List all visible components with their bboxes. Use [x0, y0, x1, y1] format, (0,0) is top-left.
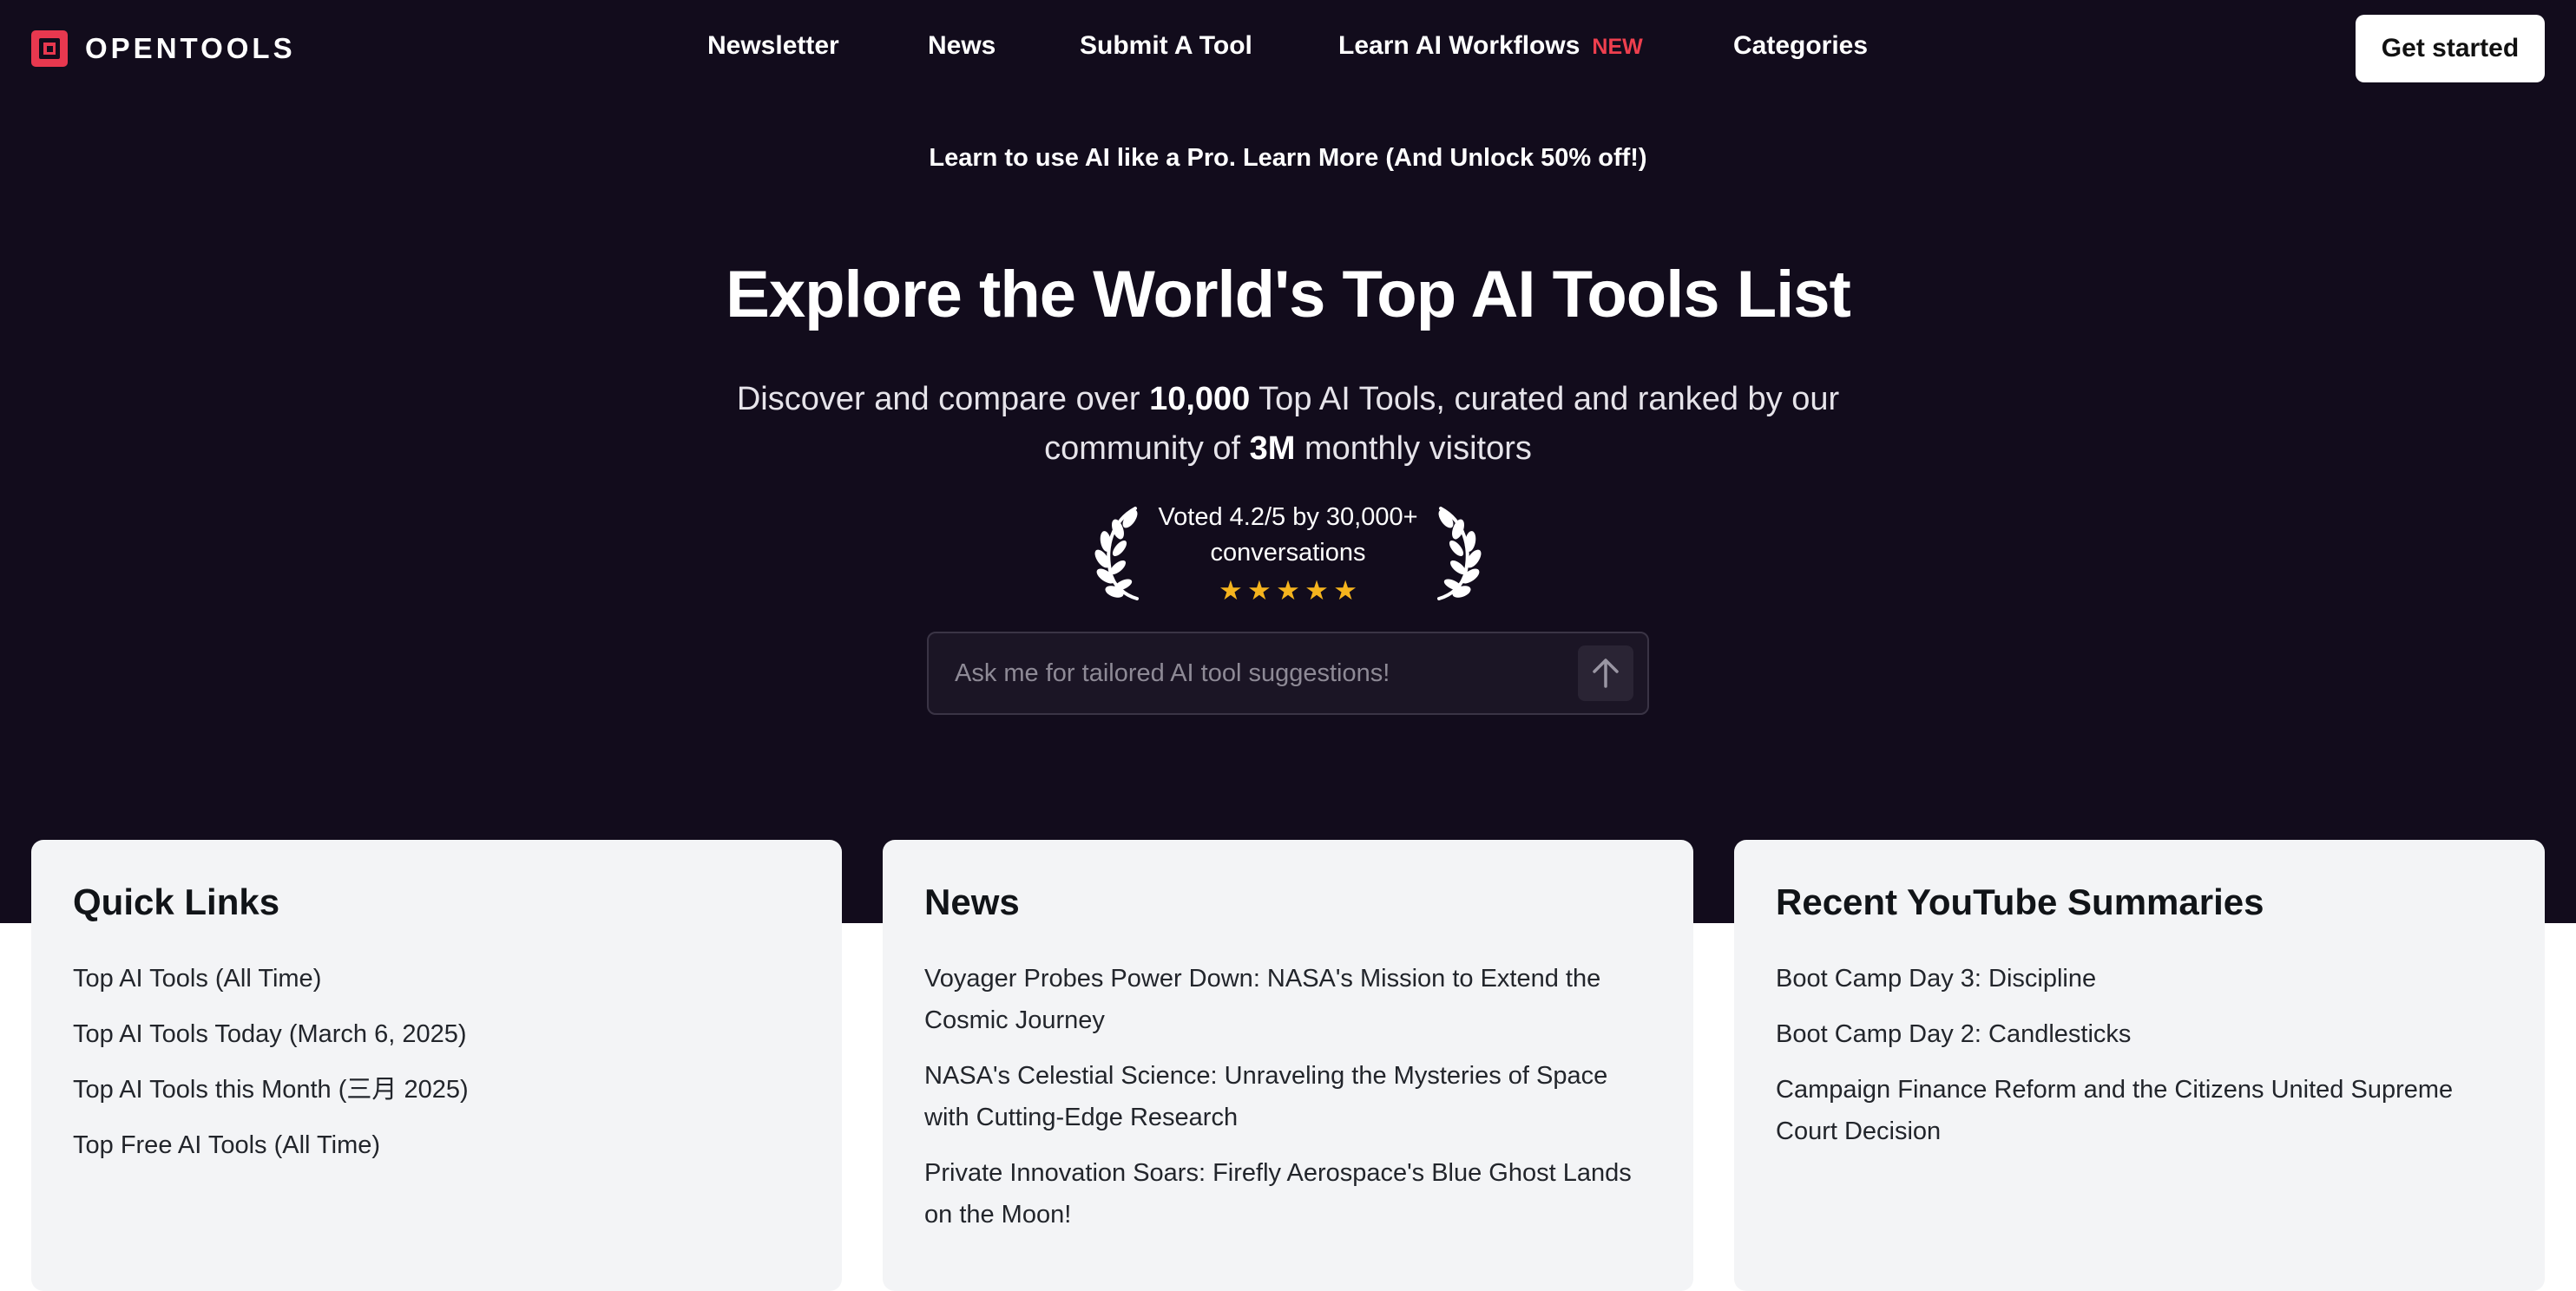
opentools-logo[interactable]: OPENTOOLS: [31, 29, 296, 68]
nav-categories[interactable]: Categories: [1733, 31, 1868, 61]
star-rating: ★ ★ ★ ★ ★: [1219, 575, 1357, 606]
nav-learn-ai-workflows[interactable]: Learn AI Workflows NEW: [1338, 31, 1643, 61]
nav-news[interactable]: News: [928, 31, 996, 61]
quick-links-card: Quick Links Top AI Tools (All Time) Top …: [31, 840, 842, 1291]
news-card: News Voyager Probes Power Down: NASA's M…: [883, 840, 1693, 1291]
youtube-summary-item[interactable]: Boot Camp Day 3: Discipline: [1776, 958, 2510, 999]
page-title: Explore the World's Top AI Tools List: [726, 258, 1851, 331]
star-icon: ★: [1247, 575, 1272, 606]
quick-link-item[interactable]: Top AI Tools (All Time): [73, 958, 807, 999]
nav-submit-tool[interactable]: Submit A Tool: [1080, 31, 1252, 61]
rating-badge: Voted 4.2/5 by 30,000+ conversations ★ ★…: [1094, 500, 1482, 604]
promo-banner-link[interactable]: Learn to use AI like a Pro. Learn More (…: [0, 144, 2576, 173]
rating-line-2: conversations: [1210, 539, 1366, 567]
card-title: Quick Links: [73, 881, 280, 922]
quick-link-item[interactable]: Top AI Tools Today (March 6, 2025): [73, 1013, 807, 1055]
get-started-button[interactable]: Get started: [2356, 15, 2545, 82]
arrow-up-icon: [1593, 659, 1619, 688]
logo-text: OPENTOOLS: [85, 32, 296, 64]
new-badge: NEW: [1592, 35, 1643, 59]
nav-learn-ai-workflows-label: Learn AI Workflows: [1338, 31, 1580, 60]
card-title: Recent YouTube Summaries: [1776, 881, 2264, 922]
youtube-summary-item[interactable]: Campaign Finance Reform and the Citizens…: [1776, 1069, 2510, 1152]
laurel-left-icon: [1094, 507, 1139, 600]
hero-subtitle: Discover and compare over 10,000 Top AI …: [736, 381, 1840, 467]
youtube-summary-item[interactable]: Boot Camp Day 2: Candlesticks: [1776, 1013, 2510, 1055]
news-item[interactable]: Voyager Probes Power Down: NASA's Missio…: [924, 958, 1659, 1041]
star-icon: ★: [1276, 575, 1300, 606]
rating-line-1: Voted 4.2/5 by 30,000+: [1158, 503, 1418, 531]
youtube-summaries-card: Recent YouTube Summaries Boot Camp Day 3…: [1734, 840, 2545, 1291]
submit-search-button[interactable]: [1578, 646, 1633, 701]
news-item[interactable]: Private Innovation Soars: Firefly Aerosp…: [924, 1152, 1659, 1235]
logo-icon: [31, 30, 68, 67]
news-item[interactable]: NASA's Celestial Science: Unraveling the…: [924, 1055, 1659, 1138]
card-title: News: [924, 881, 1020, 922]
quick-link-item[interactable]: Top Free AI Tools (All Time): [73, 1124, 807, 1166]
star-icon: ★: [1304, 575, 1329, 606]
ai-search-box: [927, 632, 1649, 715]
ai-search-input[interactable]: [955, 651, 1545, 696]
laurel-right-icon: [1437, 507, 1482, 600]
quick-link-item[interactable]: Top AI Tools this Month (三月 2025): [73, 1069, 807, 1111]
nav-newsletter[interactable]: Newsletter: [707, 31, 839, 61]
star-icon: ★: [1219, 575, 1243, 606]
star-icon: ★: [1333, 575, 1357, 606]
